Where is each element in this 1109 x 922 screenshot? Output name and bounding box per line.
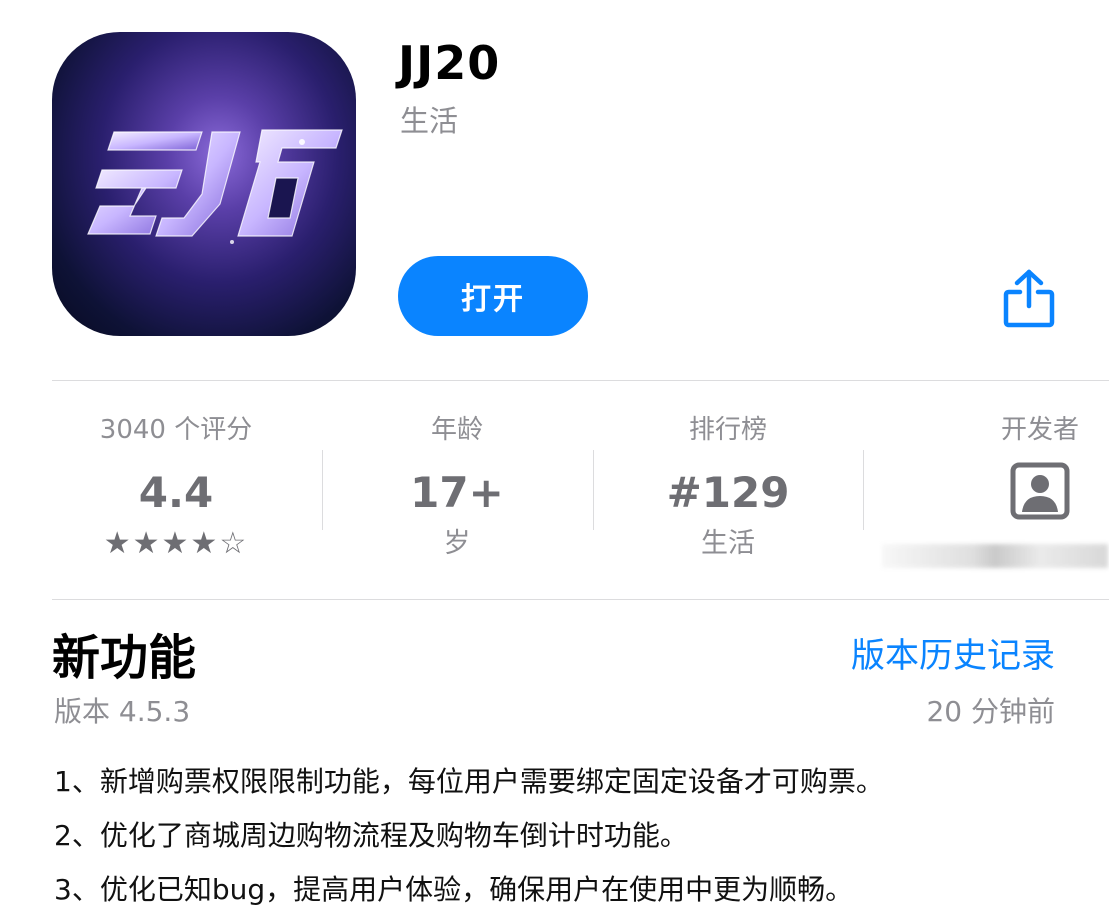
open-button[interactable]: 打开	[398, 256, 588, 336]
star-rating-icon: ★★★★☆	[103, 526, 249, 561]
jj20-logo-icon	[87, 129, 343, 244]
app-category: 生活	[400, 104, 459, 138]
age-value: 17+	[410, 468, 504, 517]
age-label: 年龄	[430, 415, 483, 445]
version-label: 版本 4.5.3	[54, 695, 191, 728]
release-note-item: 1、新增购票权限限制功能，每位用户需要绑定固定设备才可购票。	[54, 765, 884, 798]
age-sub: 岁	[443, 528, 471, 559]
stat-chart[interactable]: 排行榜 #129 生活	[608, 410, 848, 564]
app-icon	[52, 32, 356, 336]
divider-top	[52, 380, 1109, 381]
stat-developer[interactable]: 开发者	[920, 410, 1109, 524]
share-button[interactable]	[1000, 268, 1058, 330]
chart-label: 排行榜	[688, 415, 767, 445]
chart-category: 生活	[701, 528, 755, 559]
share-icon	[1003, 269, 1055, 328]
developer-name-blurred	[882, 544, 1108, 568]
section-title-whats-new: 新功能	[52, 630, 197, 686]
stat-ratings[interactable]: 3040 个评分 4.4 ★★★★☆	[56, 410, 296, 564]
divider-middle	[52, 599, 1109, 600]
update-time: 20 分钟前	[926, 695, 1055, 728]
app-name: JJ20	[398, 36, 501, 90]
stat-separator	[322, 450, 323, 530]
rating-value: 4.4	[138, 468, 214, 517]
release-notes: 1、新增购票权限限制功能，每位用户需要绑定固定设备才可购票。 2、优化了商城周边…	[54, 760, 1089, 922]
developer-avatar-icon	[1010, 462, 1070, 524]
ratings-count-label: 3040 个评分	[99, 415, 253, 445]
stat-separator	[593, 450, 594, 530]
version-history-link[interactable]: 版本历史记录	[851, 628, 1055, 677]
release-note-item: 2、优化了商城周边购物流程及购物车倒计时功能。	[54, 819, 688, 852]
stat-separator	[863, 450, 864, 530]
chart-rank-value: #129	[666, 468, 790, 517]
developer-label: 开发者	[1000, 415, 1079, 445]
stat-age[interactable]: 年龄 17+ 岁	[337, 410, 577, 564]
